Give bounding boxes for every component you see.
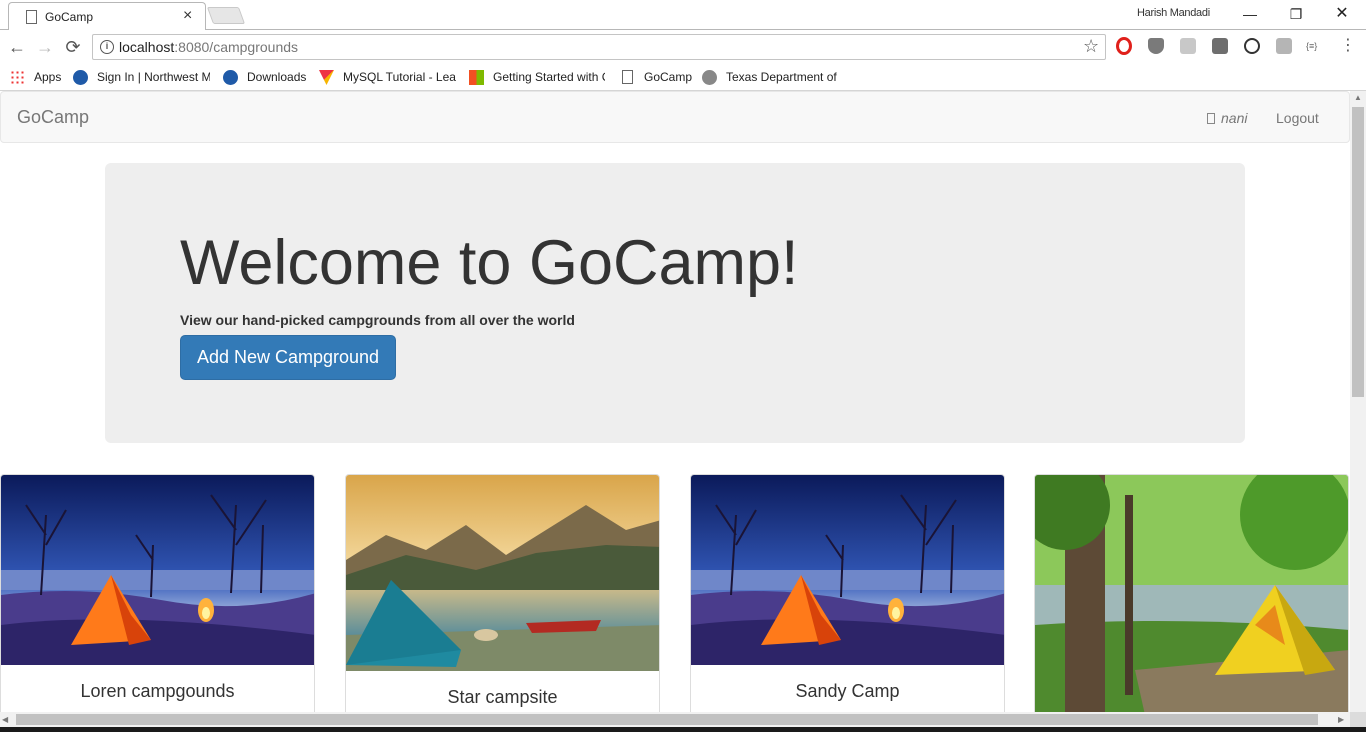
browser-menu-icon[interactable]: ⋮ (1340, 36, 1356, 56)
campground-image[interactable] (691, 475, 1004, 665)
back-button[interactable]: ← (6, 36, 28, 58)
tab-close-icon[interactable]: × (183, 7, 192, 25)
campground-name[interactable]: Loren campgounds (1, 681, 314, 702)
bookmark-label: Getting Started with C (493, 70, 605, 84)
bookmark-star-icon[interactable]: ☆ (1083, 36, 1099, 57)
site-navbar: GoCamp nani Logout (0, 91, 1350, 143)
reload-button[interactable]: ⟳ (62, 36, 84, 58)
horizontal-scrollbar[interactable]: ◀ ▶ (0, 712, 1350, 727)
campground-card[interactable]: Loren campgounds (0, 474, 315, 712)
restore-button[interactable]: ❐ (1276, 2, 1316, 26)
grey-extension-icon[interactable] (1276, 38, 1292, 54)
logout-link[interactable]: Logout (1276, 110, 1319, 126)
page-icon (26, 10, 37, 24)
minimize-button[interactable]: — (1230, 2, 1270, 26)
bookmarks-bar: Apps Sign In | Northwest M Downloads MyS… (0, 63, 1366, 91)
campground-name[interactable]: Star campsite (346, 687, 659, 708)
url-text[interactable]: localhost:8080/campgrounds (119, 39, 298, 55)
windows-logo-icon (469, 70, 484, 85)
pdf-extension-icon[interactable] (1180, 38, 1196, 54)
circle-extension-icon[interactable] (1244, 38, 1260, 54)
profile-name[interactable]: Harish Mandadi (1137, 7, 1210, 19)
horizontal-scroll-thumb[interactable] (16, 714, 1318, 725)
user-icon (1207, 113, 1215, 124)
browser-toolbar: ← → ⟳ i localhost:8080/campgrounds ☆ {≡}… (0, 30, 1366, 63)
opera-extension-icon[interactable] (1116, 37, 1132, 55)
campground-name[interactable]: Sandy Camp (691, 681, 1004, 702)
campground-image[interactable] (1035, 475, 1348, 712)
page-viewport: GoCamp nani Logout Welcome to GoCamp! Vi… (0, 91, 1350, 712)
site-favicon-icon (73, 70, 88, 85)
bookmark-apps[interactable]: Apps (10, 67, 70, 87)
bookmark-label: Sign In | Northwest M (97, 70, 210, 84)
new-tab-button[interactable] (206, 7, 246, 24)
address-bar[interactable]: i localhost:8080/campgrounds ☆ (92, 34, 1106, 60)
navbar-brand[interactable]: GoCamp (17, 107, 89, 128)
bookmark-label: GoCamp (644, 70, 692, 84)
scroll-right-icon[interactable]: ▶ (1338, 712, 1344, 727)
close-window-button[interactable]: ✕ (1322, 2, 1362, 26)
shield-extension-icon[interactable] (1148, 38, 1164, 54)
site-favicon-icon (319, 70, 334, 85)
bookmark-signin[interactable]: Sign In | Northwest M (73, 67, 210, 87)
url-path: :8080/campgrounds (174, 39, 299, 55)
site-favicon-icon (223, 70, 238, 85)
bookmark-label: Texas Department of (726, 70, 837, 84)
user-link[interactable]: nani (1207, 110, 1247, 126)
site-favicon-icon (702, 70, 717, 85)
vertical-scrollbar[interactable]: ▲ (1350, 91, 1366, 712)
campground-image[interactable] (346, 475, 659, 671)
user-name: nani (1221, 110, 1248, 126)
vertical-scroll-thumb[interactable] (1352, 107, 1364, 397)
bookmark-label: Apps (34, 70, 62, 84)
forward-button[interactable]: → (34, 36, 56, 58)
jumbotron: Welcome to GoCamp! View our hand-picked … (105, 163, 1245, 443)
browser-window: GoCamp × Harish Mandadi — ❐ ✕ ← → ⟳ i lo… (0, 0, 1366, 732)
page-title: Welcome to GoCamp! (180, 228, 799, 298)
campground-card[interactable]: Sandy Camp (690, 474, 1005, 712)
campground-card[interactable]: Star campsite (345, 474, 660, 712)
scroll-left-icon[interactable]: ◀ (2, 712, 8, 727)
bookmark-label: Downloads (247, 70, 307, 84)
json-extension-icon[interactable]: {≡} (1306, 38, 1326, 54)
add-campground-button[interactable]: Add New Campground (180, 335, 396, 380)
tab-gocamp[interactable]: GoCamp × (8, 2, 206, 31)
bookmark-mysql[interactable]: MySQL Tutorial - Lea (319, 67, 456, 87)
info-icon[interactable]: i (100, 40, 114, 54)
apps-grid-icon (10, 70, 25, 85)
bookmark-label: MySQL Tutorial - Lea (343, 70, 456, 84)
url-host: localhost (119, 39, 175, 55)
jumbotron-subtitle: View our hand-picked campgrounds from al… (180, 312, 575, 328)
campground-card[interactable] (1034, 474, 1349, 712)
bookmark-downloads[interactable]: Downloads (223, 67, 313, 87)
taskbar-edge (0, 727, 1366, 732)
campground-image[interactable] (1, 475, 314, 665)
note-extension-icon[interactable] (1212, 38, 1228, 54)
tab-strip: GoCamp × Harish Mandadi — ❐ ✕ (0, 0, 1366, 31)
bookmark-texas[interactable]: Texas Department of (702, 67, 839, 87)
tab-title: GoCamp (45, 10, 94, 24)
scroll-up-icon[interactable]: ▲ (1350, 91, 1366, 105)
page-icon (622, 70, 633, 84)
bookmark-getting-started[interactable]: Getting Started with C (469, 67, 605, 87)
scrollbar-corner (1350, 712, 1366, 727)
bookmark-gocamp[interactable]: GoCamp (620, 67, 692, 87)
